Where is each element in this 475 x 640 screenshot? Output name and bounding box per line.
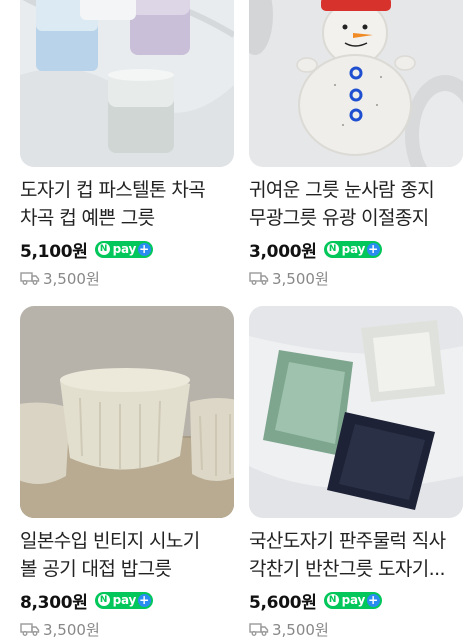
product-card[interactable]: 도자기 컵 파스텔톤 차곡 차곡 컵 예쁜 그릇 5,100원 N pay + … xyxy=(20,0,234,288)
shipping-fee: 3,500원 xyxy=(43,269,100,288)
npay-label: pay xyxy=(341,242,366,256)
naver-n-icon: N xyxy=(97,243,110,255)
truck-icon xyxy=(249,272,269,285)
product-title[interactable]: 도자기 컵 파스텔톤 차곡 차곡 컵 예쁜 그릇 xyxy=(20,176,234,232)
product-image[interactable] xyxy=(20,0,234,167)
truck-icon xyxy=(20,623,40,636)
product-title-line: 볼 공기 대접 밥그릇 xyxy=(20,558,172,580)
product-price: 3,000원 xyxy=(249,241,317,262)
npay-label: pay xyxy=(112,593,137,607)
naver-n-icon: N xyxy=(326,243,339,255)
product-price: 5,600원 xyxy=(249,592,317,613)
product-title-line: 차곡 컵 예쁜 그릇 xyxy=(20,207,155,229)
naver-n-icon: N xyxy=(97,594,110,606)
shipping-row: 3,500원 xyxy=(20,268,234,288)
product-card[interactable]: 국산도자기 판주물럭 직사 각찬기 반찬그릇 도자기... 5,600원 N p… xyxy=(249,306,463,639)
price-row: 5,600원 N pay + xyxy=(249,589,463,613)
product-card[interactable]: 일본수입 빈티지 시노기 볼 공기 대접 밥그릇 8,300원 N pay + … xyxy=(20,306,234,639)
product-title-line: 각찬기 반찬그릇 도자기... xyxy=(249,558,446,580)
product-grid: 도자기 컵 파스텔톤 차곡 차곡 컵 예쁜 그릇 5,100원 N pay + … xyxy=(0,0,475,640)
product-price: 8,300원 xyxy=(20,592,88,613)
npay-label: pay xyxy=(112,242,137,256)
product-title-line: 일본수입 빈티지 시노기 xyxy=(20,530,200,552)
shipping-row: 3,500원 xyxy=(249,619,463,639)
naver-pay-icon: N pay + xyxy=(94,591,153,609)
plus-icon: + xyxy=(137,241,151,256)
plus-icon: + xyxy=(366,592,380,607)
truck-icon xyxy=(20,272,40,285)
shipping-fee: 3,500원 xyxy=(43,620,100,639)
naver-pay-icon: N pay + xyxy=(323,240,382,258)
product-title-line: 국산도자기 판주물럭 직사 xyxy=(249,530,446,552)
product-image[interactable] xyxy=(20,306,234,518)
shipping-row: 3,500원 xyxy=(249,268,463,288)
shipping-fee: 3,500원 xyxy=(272,269,329,288)
truck-icon xyxy=(249,623,269,636)
npay-label: pay xyxy=(341,593,366,607)
price-row: 5,100원 N pay + xyxy=(20,238,234,262)
shipping-fee: 3,500원 xyxy=(272,620,329,639)
product-title-line: 무광그릇 유광 이절종지 xyxy=(249,207,429,229)
product-title-line: 도자기 컵 파스텔톤 차곡 xyxy=(20,179,206,201)
naver-pay-icon: N pay + xyxy=(323,591,382,609)
product-title-line: 귀여운 그릇 눈사람 종지 xyxy=(249,179,435,201)
product-image[interactable] xyxy=(249,0,463,167)
product-title[interactable]: 귀여운 그릇 눈사람 종지 무광그릇 유광 이절종지 xyxy=(249,176,463,232)
product-price: 5,100원 xyxy=(20,241,88,262)
naver-n-icon: N xyxy=(326,594,339,606)
plus-icon: + xyxy=(366,241,380,256)
naver-pay-icon: N pay + xyxy=(94,240,153,258)
shipping-row: 3,500원 xyxy=(20,619,234,639)
product-image[interactable] xyxy=(249,306,463,518)
product-title[interactable]: 국산도자기 판주물럭 직사 각찬기 반찬그릇 도자기... xyxy=(249,527,463,583)
price-row: 3,000원 N pay + xyxy=(249,238,463,262)
price-row: 8,300원 N pay + xyxy=(20,589,234,613)
plus-icon: + xyxy=(137,592,151,607)
product-card[interactable]: 귀여운 그릇 눈사람 종지 무광그릇 유광 이절종지 3,000원 N pay … xyxy=(249,0,463,288)
product-title[interactable]: 일본수입 빈티지 시노기 볼 공기 대접 밥그릇 xyxy=(20,527,234,583)
